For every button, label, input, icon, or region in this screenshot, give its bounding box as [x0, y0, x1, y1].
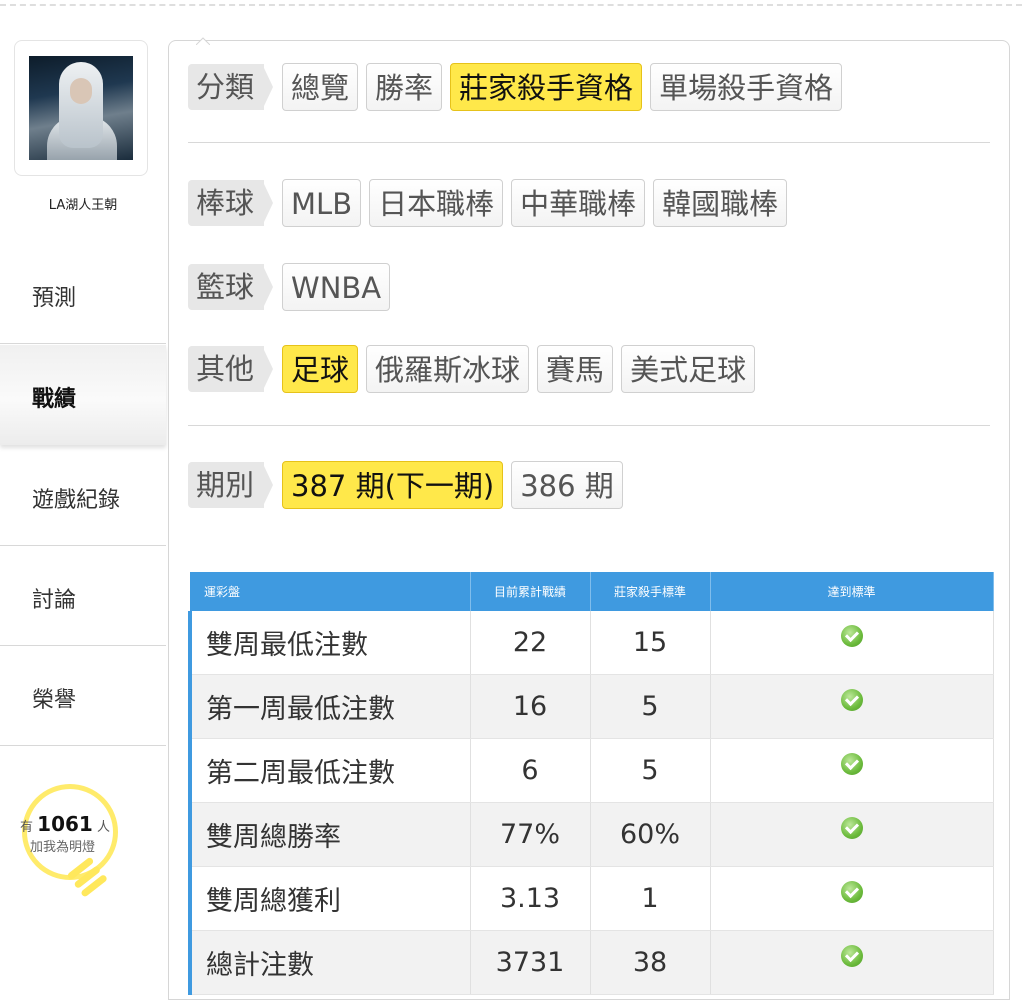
divider [188, 425, 990, 426]
username[interactable]: LA湖人王朝 [0, 194, 166, 213]
table-header-row: 運彩盤 目前累計戰績 莊家殺手標準 達到標準 [190, 572, 994, 611]
chip-banker-killer[interactable]: 莊家殺手資格 [450, 63, 643, 111]
filter-row-other: 其他 足球 俄羅斯冰球 賽馬 美式足球 [188, 344, 756, 394]
sidebar-item-honor[interactable]: 榮譽 [0, 646, 166, 746]
header-met: 達到標準 [710, 572, 994, 611]
lamp-caption: 加我為明燈 [30, 840, 96, 855]
panel-notch [196, 37, 210, 45]
filter-label-basketball: 籃球 [188, 264, 274, 310]
row-met [710, 866, 994, 931]
filter-label-category: 分類 [188, 64, 274, 110]
chip-mlb[interactable]: MLB [282, 179, 362, 227]
filter-row-basketball: 籃球 WNBA [188, 262, 391, 312]
filter-label-other: 其他 [188, 346, 274, 392]
row-standard: 38 [590, 930, 711, 995]
row-standard: 1 [590, 866, 711, 931]
chip-period-386[interactable]: 386 期 [511, 461, 623, 509]
lamp-count-text: 有 1061 人 [20, 812, 110, 836]
row-standard: 60% [590, 802, 711, 867]
qualification-table: 運彩盤 目前累計戰績 莊家殺手標準 達到標準 雙周最低注數 22 15 第一周最… [188, 572, 994, 995]
filter-label-baseball: 棒球 [188, 180, 274, 226]
table-row: 雙周最低注數 22 15 [188, 611, 994, 675]
divider [188, 142, 990, 143]
filter-row-category: 分類 總覽 勝率 莊家殺手資格 單場殺手資格 [188, 62, 843, 112]
check-icon [840, 688, 863, 711]
table-row: 雙周總獲利 3.13 1 [188, 866, 994, 931]
row-name: 第一周最低注數 [188, 674, 471, 739]
filter-row-period: 期別 387 期(下一期) 386 期 [188, 460, 623, 510]
sidebar-item-discussion[interactable]: 討論 [0, 546, 166, 646]
row-name: 雙周最低注數 [188, 611, 471, 675]
row-name: 雙周總獲利 [188, 866, 471, 931]
sidebar-item-label: 戰績 [32, 387, 77, 412]
chip-win-rate[interactable]: 勝率 [366, 63, 443, 111]
row-current: 16 [470, 674, 591, 739]
chip-wnba[interactable]: WNBA [282, 263, 391, 311]
chip-kbo[interactable]: 韓國職棒 [653, 179, 788, 227]
sidebar: LA湖人王朝 預測 戰績 遊戲紀錄 討論 榮譽 有 1061 人 加我為明燈 [0, 0, 168, 1000]
row-current: 77% [470, 802, 591, 867]
check-icon [840, 624, 863, 647]
avatar-frame[interactable] [14, 40, 148, 176]
chip-soccer[interactable]: 足球 [282, 345, 359, 393]
check-icon [840, 944, 863, 967]
sidebar-item-label: 預測 [32, 286, 77, 311]
chip-khl[interactable]: 俄羅斯冰球 [366, 345, 530, 393]
avatar[interactable] [29, 56, 133, 160]
lamp-count: 1061 [37, 812, 93, 836]
sidebar-item-game-log[interactable]: 遊戲紀錄 [0, 446, 166, 546]
filter-label-period: 期別 [188, 462, 274, 508]
table-row: 第一周最低注數 16 5 [188, 674, 994, 739]
header-market: 運彩盤 [190, 572, 471, 611]
header-current: 目前累計戰績 [470, 572, 591, 611]
row-met [710, 611, 994, 675]
row-name: 雙周總勝率 [188, 802, 471, 867]
table-row: 第二周最低注數 6 5 [188, 738, 994, 803]
table-row: 總計注數 3731 38 [188, 930, 994, 995]
row-current: 22 [470, 611, 591, 675]
chip-american-football[interactable]: 美式足球 [621, 345, 756, 393]
lamp-follow-button[interactable]: 有 1061 人 加我為明燈 [14, 784, 154, 930]
row-standard: 15 [590, 611, 711, 675]
row-standard: 5 [590, 674, 711, 739]
row-standard: 5 [590, 738, 711, 803]
check-icon [840, 752, 863, 775]
row-met [710, 674, 994, 739]
row-current: 3.13 [470, 866, 591, 931]
chip-period-387[interactable]: 387 期(下一期) [282, 461, 504, 509]
row-current: 3731 [470, 930, 591, 995]
chip-npb[interactable]: 日本職棒 [369, 179, 504, 227]
sidebar-item-label: 遊戲紀錄 [32, 488, 121, 513]
check-icon [840, 880, 863, 903]
row-name: 總計注數 [188, 930, 471, 995]
sidebar-item-label: 榮譽 [32, 688, 77, 713]
check-icon [840, 816, 863, 839]
header-standard: 莊家殺手標準 [590, 572, 711, 611]
row-current: 6 [470, 738, 591, 803]
sidebar-item-label: 討論 [32, 588, 77, 613]
row-met [710, 738, 994, 803]
chip-overview[interactable]: 總覽 [282, 63, 359, 111]
chip-horse-racing[interactable]: 賽馬 [537, 345, 614, 393]
sidebar-item-record[interactable]: 戰績 [0, 345, 166, 445]
row-name: 第二周最低注數 [188, 738, 471, 803]
row-met [710, 802, 994, 867]
chip-single-killer[interactable]: 單場殺手資格 [650, 63, 843, 111]
chip-cpbl[interactable]: 中華職棒 [511, 179, 646, 227]
filter-row-baseball: 棒球 MLB 日本職棒 中華職棒 韓國職棒 [188, 178, 788, 228]
row-met [710, 930, 994, 995]
table-row: 雙周總勝率 77% 60% [188, 802, 994, 867]
sidebar-item-predict[interactable]: 預測 [0, 244, 166, 344]
